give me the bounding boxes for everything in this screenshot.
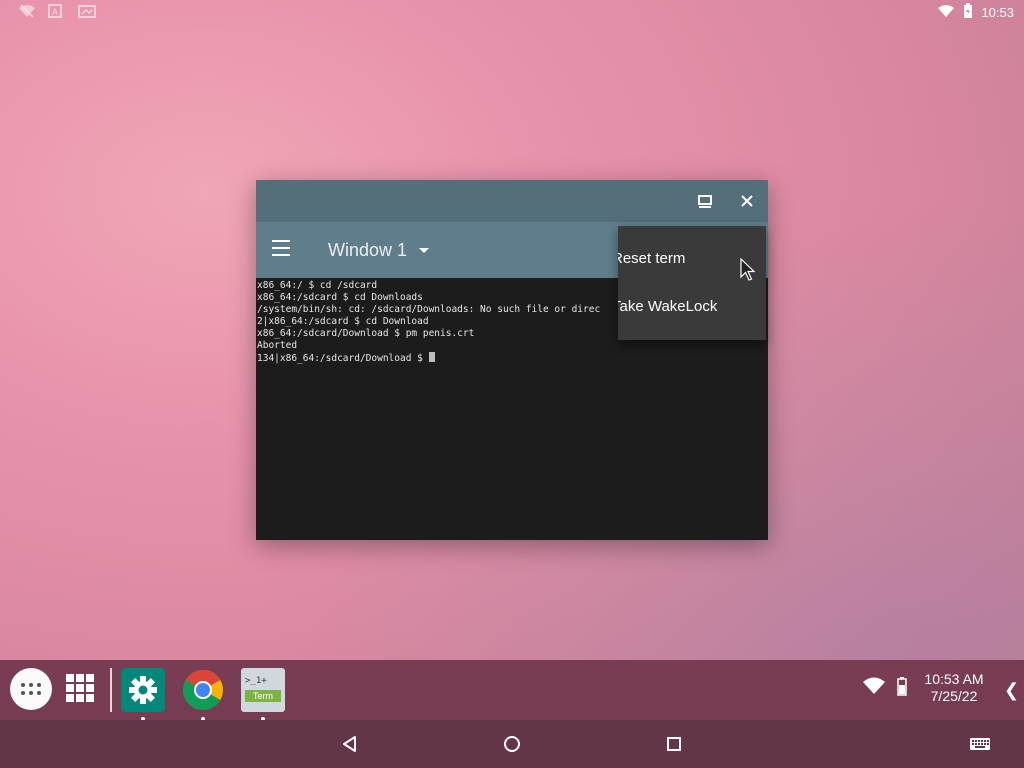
recents-button[interactable] [662,732,686,756]
window-title: Window 1 [328,240,408,260]
clock-time: 10:53 AM [924,671,984,687]
text-cursor [428,352,435,362]
window-titlebar[interactable] [256,180,768,222]
status-bar: A 10:53 [0,0,1024,24]
system-tray[interactable] [862,676,908,696]
keyboard-icon [970,738,990,750]
taskbar-app-chrome[interactable] [181,668,225,721]
chrome-icon [183,670,223,710]
clock-date: 7/25/22 [930,688,978,704]
navigation-bar [0,720,1024,768]
taskbar-divider [110,668,112,712]
battery-icon [963,3,973,22]
terminal-prompt: 134|x86_64:/sdcard/Download $ [257,353,429,364]
battery-icon [897,677,907,696]
svg-text:A: A [52,8,59,18]
app-drawer-button[interactable] [10,668,52,710]
recents-icon [667,737,681,751]
mouse-pointer-icon [740,258,756,281]
close-icon [741,195,753,207]
taskbar-app-settings[interactable] [121,668,165,721]
app-grid-icon[interactable] [66,674,94,704]
maximize-button[interactable] [694,190,716,212]
wifi-icon [863,677,885,694]
terminal-line: Aborted [257,340,298,351]
close-button[interactable] [736,190,758,212]
wifi-icon [937,4,955,21]
dropdown-arrow-icon [419,248,430,253]
system-icons: 10:53 [937,3,1014,22]
overflow-menu: Reset term Take WakeLock [618,226,766,340]
window-selector[interactable]: Window 1 [328,240,430,261]
window-restore-icon [698,195,712,208]
back-icon [343,736,356,752]
taskbar-clock[interactable]: 10:53 AM 7/25/22 [918,671,990,705]
gear-icon [129,676,157,704]
menu-icon[interactable] [272,240,296,260]
back-button[interactable] [338,732,362,756]
notification-icons: A [18,4,96,18]
screenshot-icon [78,4,96,18]
taskbar: >_1+ Term 10:53 AM 7/25/22 ❮ [0,660,1024,768]
status-time: 10:53 [981,5,1014,20]
home-button[interactable] [500,732,524,756]
terminal-icon-badge: Term [245,690,281,702]
keyboard-button[interactable] [968,732,992,756]
chevron-left-icon[interactable]: ❮ [1004,680,1019,701]
terminal-icon-label: >_1+ [245,676,267,686]
home-icon [504,736,520,752]
taskbar-app-terminal[interactable]: >_1+ Term [241,668,285,721]
menu-item-take-wakelock[interactable]: Take WakeLock [618,283,766,331]
wifi-off-icon [18,4,36,18]
app-a-icon: A [48,4,66,18]
terminal-prompt-line: 134|x86_64:/sdcard/Download $ [257,352,767,365]
